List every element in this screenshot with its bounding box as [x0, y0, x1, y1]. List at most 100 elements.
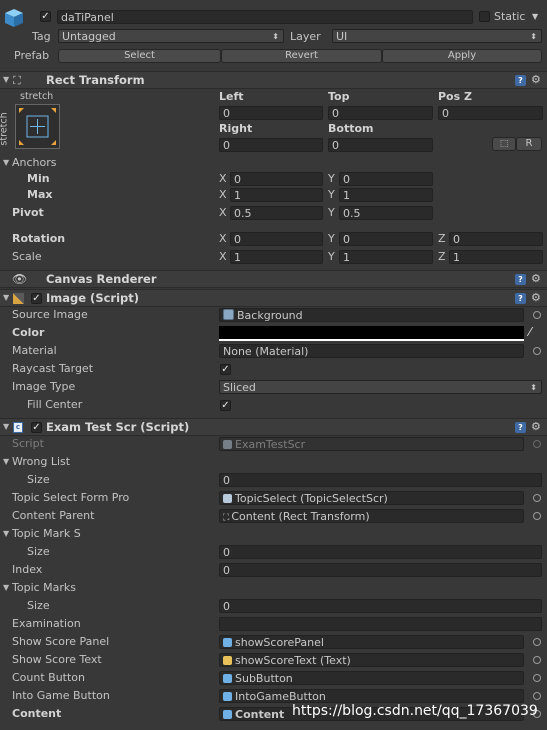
- image-help-icon[interactable]: ?: [515, 293, 526, 304]
- image-fold-icon[interactable]: ▼: [3, 291, 9, 305]
- content-parent-field[interactable]: ⛶ Content (Rect Transform): [219, 509, 524, 523]
- into-game-button-picker-icon[interactable]: [533, 692, 541, 700]
- anchor-preset-button[interactable]: [15, 104, 60, 149]
- wrong-list-label: Wrong List: [12, 455, 71, 468]
- show-score-text-picker-icon[interactable]: [533, 656, 541, 664]
- material-field[interactable]: None (Material): [219, 344, 524, 358]
- y-axis-label: Y: [328, 172, 335, 185]
- source-image-value: Background: [237, 309, 303, 322]
- prefab-apply-button[interactable]: Apply: [382, 49, 542, 63]
- prefab-revert-button[interactable]: Revert: [221, 49, 382, 63]
- rect-transform-help-icon[interactable]: ?: [515, 75, 526, 86]
- prefab-select-button[interactable]: Select: [58, 49, 221, 63]
- topic-mark-s-size-input[interactable]: 0: [219, 545, 542, 559]
- exam-title: Exam Test Scr (Script): [46, 420, 190, 434]
- exam-help-icon[interactable]: ?: [515, 422, 526, 433]
- tag-dropdown[interactable]: Untagged ⬍: [58, 29, 284, 43]
- anchor-min-y-input[interactable]: 0: [339, 172, 433, 186]
- index-input[interactable]: 0: [219, 563, 542, 577]
- topic-marks-label: Topic Marks: [12, 581, 77, 594]
- raw-edit-button[interactable]: R: [516, 137, 542, 151]
- right-input[interactable]: 0: [219, 138, 323, 152]
- prefab-label: Prefab: [14, 49, 50, 62]
- posz-input[interactable]: 0: [438, 106, 543, 120]
- left-input[interactable]: 0: [219, 106, 323, 120]
- script-file-icon: [223, 440, 232, 449]
- raycast-target-checkbox[interactable]: ✓: [220, 364, 231, 375]
- y-axis-label: Y: [328, 250, 335, 263]
- image-gear-icon[interactable]: ⚙: [531, 292, 541, 304]
- pivot-label: Pivot: [12, 206, 44, 219]
- topic-select-picker-icon[interactable]: [533, 494, 541, 502]
- canvas-renderer-title: Canvas Renderer: [46, 272, 157, 286]
- eyedropper-icon[interactable]: ⁄: [529, 325, 531, 339]
- topic-marks-size-input[interactable]: 0: [219, 599, 542, 613]
- canvas-renderer-help-icon[interactable]: ?: [515, 274, 526, 285]
- scale-y-input[interactable]: 1: [339, 250, 433, 264]
- gameobject-cube-icon: [4, 8, 24, 28]
- topic-select-field[interactable]: TopicSelect (TopicSelectScr): [219, 491, 524, 505]
- show-score-panel-picker-icon[interactable]: [533, 638, 541, 646]
- wrong-list-fold-icon[interactable]: ▼: [3, 455, 9, 469]
- scale-x-input[interactable]: 1: [230, 250, 323, 264]
- gameobject-name-input[interactable]: daTiPanel: [57, 10, 473, 24]
- anchor-min-x-input[interactable]: 0: [230, 172, 323, 186]
- image-enabled-checkbox[interactable]: ✓: [31, 293, 42, 304]
- anchor-max-x-input[interactable]: 1: [230, 188, 323, 202]
- pivot-x-input[interactable]: 0.5: [230, 206, 323, 220]
- exam-gear-icon[interactable]: ⚙: [531, 421, 541, 433]
- bottom-input[interactable]: 0: [328, 138, 433, 152]
- scale-z-input[interactable]: 1: [449, 250, 543, 264]
- gameobject-icon: [223, 638, 232, 647]
- fill-center-checkbox[interactable]: ✓: [220, 400, 231, 411]
- rect-transform-header[interactable]: ▼ ⛶ Rect Transform ? ⚙: [0, 71, 547, 89]
- static-dropdown-icon[interactable]: ▼: [532, 10, 538, 24]
- content-parent-picker-icon[interactable]: [533, 512, 541, 520]
- topic-marks-fold-icon[interactable]: ▼: [3, 581, 9, 595]
- exam-enabled-checkbox[interactable]: ✓: [31, 422, 42, 433]
- rotation-x-input[interactable]: 0: [230, 232, 323, 246]
- source-image-picker-icon[interactable]: [533, 311, 541, 319]
- layer-value: UI: [336, 30, 348, 43]
- anchor-stretch-icon: [19, 108, 56, 145]
- image-type-value: Sliced: [223, 381, 256, 394]
- topic-mark-s-fold-icon[interactable]: ▼: [3, 527, 9, 541]
- blueprint-mode-button[interactable]: ⬚: [492, 137, 516, 151]
- bottom-label: Bottom: [328, 122, 374, 135]
- content-label: Content: [12, 707, 62, 720]
- layer-dropdown[interactable]: UI ⬍: [332, 29, 542, 43]
- color-swatch[interactable]: [219, 326, 524, 341]
- pivot-y-input[interactable]: 0.5: [339, 206, 433, 220]
- wrong-list-size-input[interactable]: 0: [219, 473, 542, 487]
- into-game-button-field[interactable]: IntoGameButton: [219, 689, 524, 703]
- image-type-dropdown[interactable]: Sliced ⬍: [219, 380, 542, 394]
- wrong-list-size-label: Size: [27, 473, 50, 486]
- count-button-value: SubButton: [235, 672, 293, 685]
- static-checkbox[interactable]: [479, 11, 490, 22]
- canvas-renderer-header[interactable]: 👁 Canvas Renderer ? ⚙: [0, 270, 547, 288]
- exam-script-header[interactable]: ▼ c ✓ Exam Test Scr (Script) ? ⚙: [0, 418, 547, 436]
- y-axis-label: Y: [328, 232, 335, 245]
- content-value: Content: [235, 708, 285, 721]
- anchor-max-y-input[interactable]: 1: [339, 188, 433, 202]
- count-button-field[interactable]: SubButton: [219, 671, 524, 685]
- rotation-z-input[interactable]: 0: [449, 232, 543, 246]
- count-button-picker-icon[interactable]: [533, 674, 541, 682]
- tag-label: Tag: [32, 30, 51, 43]
- show-score-text-field[interactable]: showScoreText (Text): [219, 653, 524, 667]
- show-score-panel-field[interactable]: showScorePanel: [219, 635, 524, 649]
- top-input[interactable]: 0: [328, 106, 433, 120]
- rect-transform-fold-icon[interactable]: ▼: [3, 73, 9, 87]
- active-checkbox[interactable]: ✓: [40, 11, 51, 22]
- material-picker-icon[interactable]: [533, 347, 541, 355]
- source-image-field[interactable]: Background: [219, 308, 524, 322]
- canvas-renderer-gear-icon[interactable]: ⚙: [531, 273, 541, 285]
- watermark: https://blog.csdn.net/qq_17367039: [292, 703, 538, 719]
- anchors-fold-icon[interactable]: ▼: [3, 156, 9, 170]
- examination-input[interactable]: [219, 617, 542, 631]
- gameobject-icon: [223, 692, 232, 701]
- image-header[interactable]: ▼ ✓ Image (Script) ? ⚙: [0, 289, 547, 307]
- exam-fold-icon[interactable]: ▼: [3, 420, 9, 434]
- rect-transform-gear-icon[interactable]: ⚙: [531, 74, 541, 86]
- rotation-y-input[interactable]: 0: [339, 232, 433, 246]
